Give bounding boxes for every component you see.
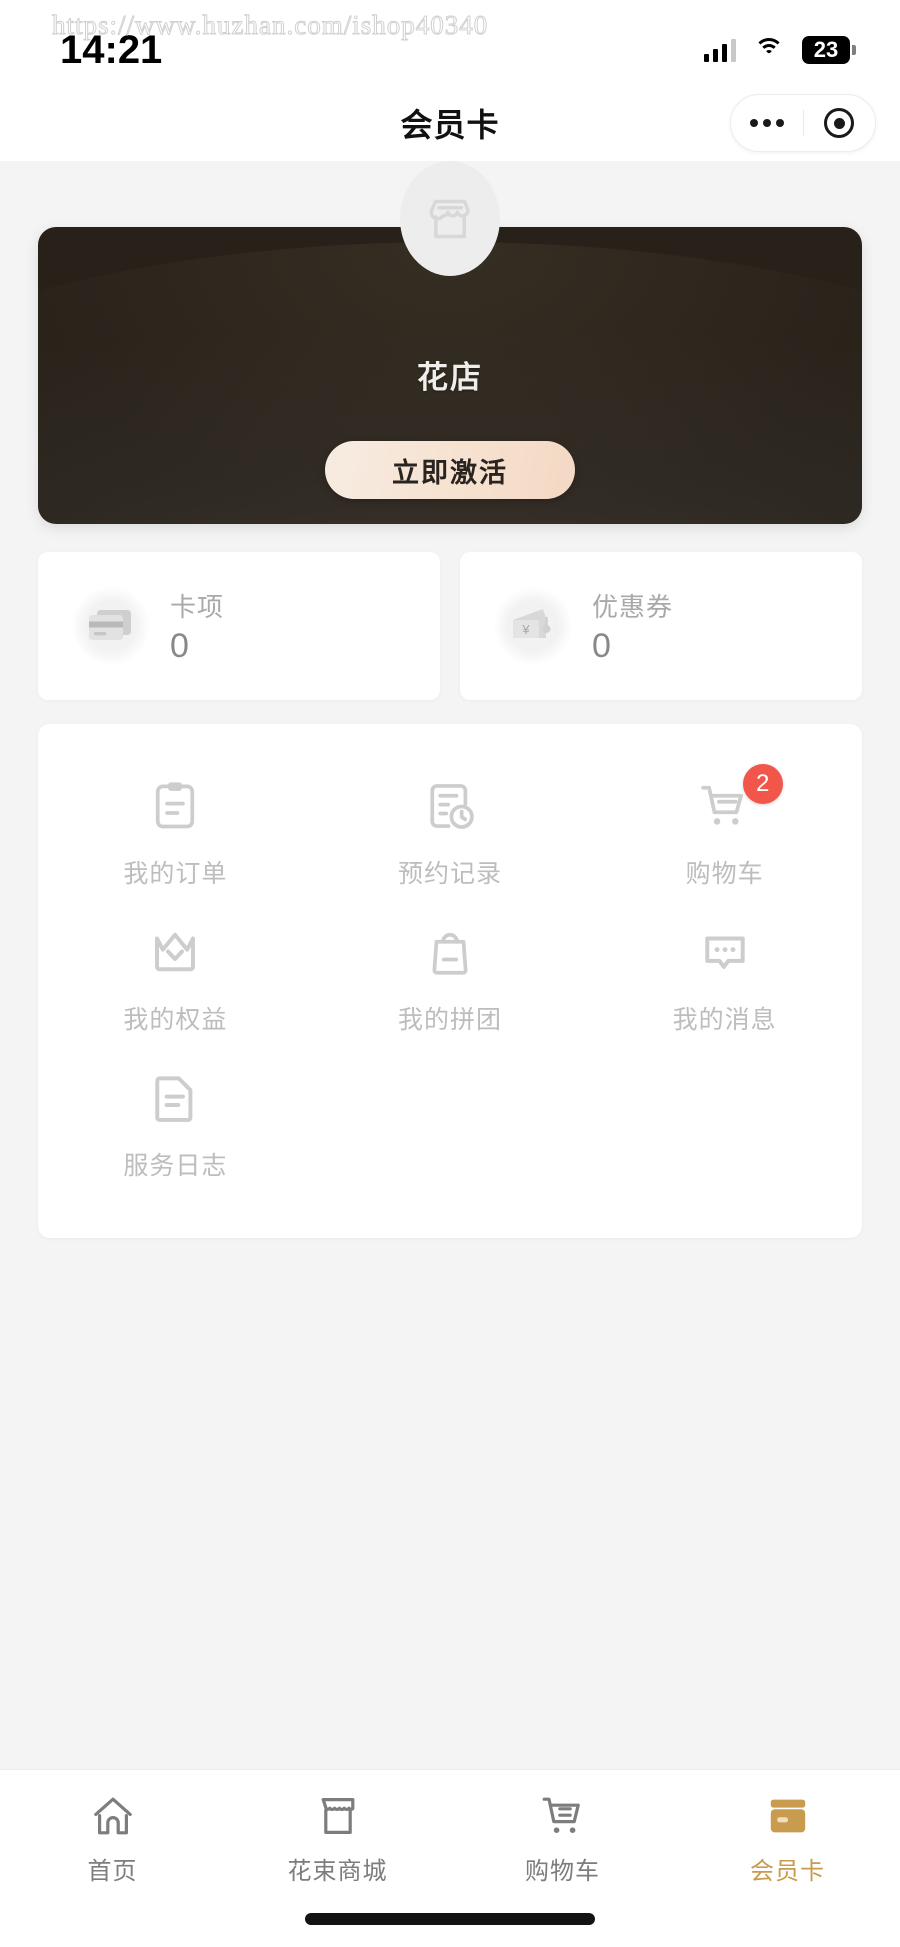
document-clock-icon	[422, 778, 478, 834]
stat-value: 0	[592, 626, 611, 665]
more-menu-button[interactable]	[731, 95, 803, 151]
menu-item-my-messages[interactable]: 我的消息	[587, 906, 862, 1052]
tab-label: 花束商城	[287, 1858, 388, 1885]
avatar	[400, 161, 500, 276]
stat-label: 优惠券	[592, 591, 674, 622]
stats-row: 卡项 0 ¥ 优惠券 0	[38, 552, 862, 700]
crown-icon	[147, 924, 203, 980]
stat-text-group: 优惠券 0	[592, 587, 673, 665]
storefront-icon	[314, 1792, 362, 1840]
activate-row: 立即激活	[38, 441, 862, 499]
menu-item-appointment-records[interactable]: 预约记录	[313, 760, 588, 906]
nav-bar: 会员卡	[0, 85, 900, 161]
bottom-tab-bar: 首页 花束商城 购物车 会员卡	[0, 1769, 900, 1947]
menu-item-label: 我的权益	[123, 1006, 228, 1034]
membership-card-section: 花店 立即激活	[38, 161, 862, 524]
battery-cap	[852, 44, 856, 55]
page-title: 会员卡	[400, 107, 500, 143]
target-circle-icon	[824, 108, 855, 138]
wifi-icon	[754, 38, 784, 61]
menu-row: 服务日志	[38, 1052, 862, 1198]
home-indicator	[305, 1913, 595, 1925]
battery-icon: 23	[802, 35, 856, 64]
storefront-icon	[424, 194, 476, 244]
menu-item-label: 购物车	[685, 860, 764, 888]
tab-bouquet-mall[interactable]: 花束商城	[225, 1792, 450, 1886]
menu-item-label: 我的消息	[672, 1006, 777, 1034]
tab-cart[interactable]: 购物车	[450, 1792, 675, 1886]
tab-label: 会员卡	[750, 1858, 825, 1885]
menu-item-label: 预约记录	[398, 860, 503, 888]
home-icon	[89, 1792, 137, 1840]
cart-icon	[539, 1792, 587, 1840]
battery-level-text: 23	[802, 35, 850, 64]
clipboard-icon	[147, 778, 203, 834]
tab-label: 购物车	[525, 1858, 600, 1885]
app-screen: https://www.huzhan.com/ishop40340 14:21 …	[0, 0, 900, 1947]
menu-item-service-log[interactable]: 服务日志	[38, 1052, 313, 1198]
menu-row: 我的订单 预约记录 2 购物车	[38, 760, 862, 906]
menu-item-shopping-cart[interactable]: 2 购物车	[587, 760, 862, 906]
menu-cell-empty	[313, 1052, 588, 1198]
tab-label: 首页	[87, 1858, 138, 1885]
menu-item-my-benefits[interactable]: 我的权益	[38, 906, 313, 1052]
stat-card-coupons[interactable]: ¥ 优惠券 0	[460, 552, 862, 700]
coupon-yen-icon: ¥	[494, 587, 572, 665]
credit-card-icon	[72, 587, 150, 665]
more-dots-icon	[749, 119, 784, 127]
message-bubble-icon	[697, 924, 753, 980]
menu-item-label: 我的拼团	[398, 1006, 503, 1034]
activate-button[interactable]: 立即激活	[325, 441, 575, 499]
tab-home[interactable]: 首页	[0, 1792, 225, 1886]
tab-membership-card[interactable]: 会员卡	[675, 1792, 900, 1886]
stat-label: 卡项	[170, 591, 225, 622]
stat-text-group: 卡项 0	[170, 587, 224, 665]
cart-badge: 2	[742, 764, 783, 804]
file-text-icon	[147, 1070, 203, 1126]
menu-row: 我的权益 我的拼团 我的消息	[38, 906, 862, 1052]
svg-text:¥: ¥	[521, 622, 530, 637]
page-content: 花店 立即激活 卡项 0 ¥ 优惠券 0 我的订单 预约记录 2 购物车 我的权…	[0, 161, 900, 1769]
close-miniprogram-button[interactable]	[804, 95, 876, 151]
status-bar: 14:21 23	[0, 0, 900, 85]
stat-card-items[interactable]: 卡项 0	[38, 552, 440, 700]
menu-grid: 我的订单 预约记录 2 购物车 我的权益 我的拼团 我的消息 服务日志	[38, 724, 862, 1238]
membership-card-icon	[764, 1792, 812, 1840]
menu-item-my-orders[interactable]: 我的订单	[38, 760, 313, 906]
miniprogram-capsule	[730, 94, 876, 152]
menu-item-label: 我的订单	[123, 860, 228, 888]
menu-item-my-group-buy[interactable]: 我的拼团	[313, 906, 588, 1052]
status-clock: 14:21	[60, 27, 163, 72]
menu-cell-empty	[587, 1052, 862, 1198]
shopping-bag-icon	[422, 924, 478, 980]
menu-item-label: 服务日志	[123, 1152, 228, 1180]
signal-bars-icon	[703, 38, 736, 62]
status-indicators: 23	[703, 35, 856, 64]
stat-value: 0	[170, 626, 189, 665]
